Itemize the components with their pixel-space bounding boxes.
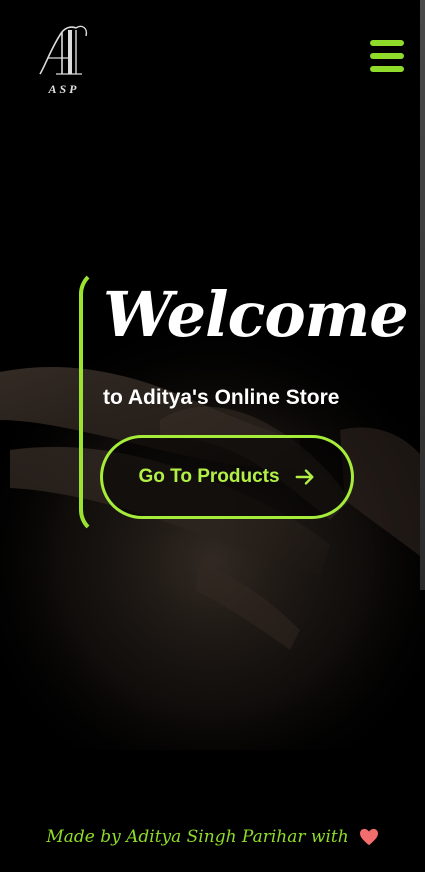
footer: Made by Aditya Singh Parihar with <box>0 802 425 872</box>
cta-label: Go To Products <box>138 466 280 487</box>
hero-section: Welcome to Aditya's Online Store Go To P… <box>79 268 409 536</box>
hamburger-menu-icon <box>370 40 404 46</box>
logo-text: ASP <box>48 82 80 96</box>
go-to-products-button[interactable]: Go To Products <box>100 435 354 519</box>
hero-title: Welcome <box>103 278 409 351</box>
landing-page: ASP Welcome to Aditya's Online Store Go … <box>0 0 425 872</box>
hamburger-menu-icon-bar <box>370 53 404 59</box>
hero-subtitle: to Aditya's Online Store <box>103 386 340 409</box>
footer-credit: Made by Aditya Singh Parihar with <box>46 827 349 847</box>
site-logo[interactable]: ASP <box>36 24 92 98</box>
hamburger-menu-icon-bar <box>370 66 404 72</box>
scrollbar-edge <box>420 0 425 590</box>
menu-button[interactable] <box>370 40 404 72</box>
heart-icon <box>359 828 378 846</box>
arrow-right-icon <box>295 469 314 485</box>
logo-monogram-icon <box>39 25 88 75</box>
